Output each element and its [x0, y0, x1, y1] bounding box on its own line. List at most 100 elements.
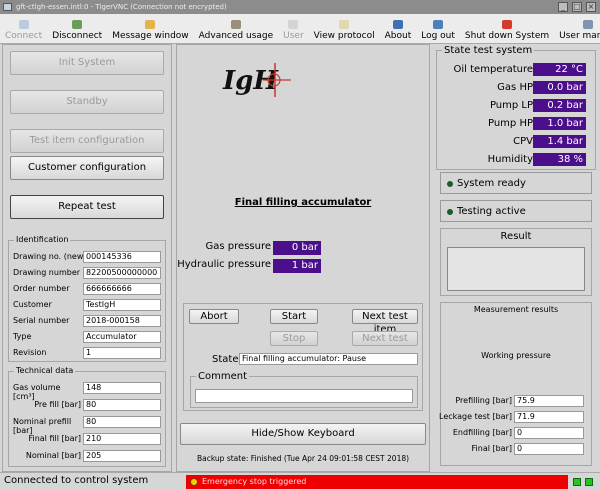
- info-icon: [392, 20, 403, 29]
- comment-input[interactable]: [195, 389, 413, 403]
- serial-number-input[interactable]: 2018-000158: [83, 315, 161, 327]
- about-button[interactable]: About: [380, 14, 417, 44]
- status-bar: Connected to control system Emergency st…: [0, 472, 600, 490]
- close-icon[interactable]: ×: [586, 2, 596, 12]
- measurement-endfilling: Endfilling [bar] 0: [441, 427, 591, 439]
- field-nominal: Nominal [bar] 205: [13, 450, 163, 462]
- state-gas-hp: Gas HP 0.0 bar: [443, 81, 586, 95]
- right-panel: State test system Oil temperature 22 °C G…: [436, 44, 598, 472]
- standby-button[interactable]: Standby: [10, 90, 164, 114]
- next-test-button[interactable]: Next test: [352, 331, 418, 346]
- final-value[interactable]: 0: [514, 443, 584, 455]
- leckage-test-value[interactable]: 71.9: [514, 411, 584, 423]
- help-icon: [582, 20, 593, 29]
- start-button[interactable]: Start: [270, 309, 318, 324]
- revision-input[interactable]: 1: [83, 347, 161, 359]
- endfilling-value[interactable]: 0: [514, 427, 584, 439]
- nominal-input[interactable]: 205: [83, 450, 161, 462]
- field-drawing-no-new: Drawing no. (new) 000145336: [13, 251, 163, 263]
- disconnect-button[interactable]: Disconnect: [47, 14, 107, 44]
- field-drawing-number: Drawing number 82200500000000: [13, 267, 163, 279]
- prefilling-value[interactable]: 75.9: [514, 395, 584, 407]
- identification-title: Identification: [14, 235, 71, 244]
- customer-config-button[interactable]: Customer configuration: [10, 156, 164, 180]
- log-out-button[interactable]: Log out: [416, 14, 460, 44]
- technical-data-title: Technical data: [14, 366, 76, 375]
- lock-icon: [230, 20, 241, 29]
- state-cpv: CPV 1.4 bar: [443, 135, 586, 149]
- nominal-prefill-input[interactable]: 80: [83, 416, 161, 428]
- status-dot-icon: [447, 181, 453, 187]
- comment-title: Comment: [196, 371, 249, 382]
- hide-show-keyboard-button[interactable]: Hide/Show Keyboard: [180, 423, 426, 445]
- type-input[interactable]: Accumulator: [83, 331, 161, 343]
- view-protocol-button[interactable]: View protocol: [309, 14, 380, 44]
- measurement-results-title: Measurement results: [473, 305, 559, 314]
- status-dot-icon: [447, 209, 453, 215]
- center-panel: IgH Final filling accumulator Gas pressu…: [176, 44, 430, 472]
- measurement-leckage-test: Leckage test [bar] 71.9: [439, 411, 591, 423]
- user-manual-button[interactable]: User manual: [554, 14, 600, 44]
- pressure-row-gas: Gas pressure 0 bar: [191, 241, 321, 255]
- field-serial-number: Serial number 2018-000158: [13, 315, 163, 327]
- state-humidity: Humidity 38 %: [443, 153, 586, 167]
- advanced-usage-button[interactable]: Advanced usage: [194, 14, 278, 44]
- emergency-stop-bar: Emergency stop triggered: [186, 475, 568, 489]
- window-title: gft-ctlgh-essen.intl:0 - TigerVNC (Conne…: [16, 3, 227, 11]
- document-icon: [339, 20, 350, 29]
- drawing-number-input[interactable]: 82200500000000: [83, 267, 161, 279]
- repeat-test-button[interactable]: Repeat test: [10, 195, 164, 219]
- customer-input[interactable]: TestIgH: [83, 299, 161, 311]
- connect-icon: [18, 20, 29, 29]
- state-oil-temperature: Oil temperature 22 °C: [443, 63, 586, 77]
- emergency-stop-icon: [190, 478, 198, 486]
- final-fill-input[interactable]: 210: [83, 433, 161, 445]
- user-icon: [288, 20, 299, 29]
- disconnect-icon: [72, 20, 83, 29]
- user-button[interactable]: User: [278, 14, 309, 44]
- power-icon: [502, 20, 513, 29]
- field-customer: Customer TestIgH: [13, 299, 163, 311]
- minimize-icon[interactable]: _: [558, 2, 568, 12]
- drawing-no-new-input[interactable]: 000145336: [83, 251, 161, 263]
- working-pressure-label: Working pressure: [481, 351, 551, 360]
- app-main: Init System Standby Test item configurat…: [0, 44, 600, 472]
- gas-volume-input[interactable]: 148: [83, 382, 161, 394]
- gas-pressure-value: 0 bar: [273, 241, 321, 255]
- init-system-button[interactable]: Init System: [10, 51, 164, 75]
- state-pump-lp: Pump LP 0.2 bar: [443, 99, 586, 113]
- connect-button[interactable]: Connect: [0, 14, 47, 44]
- logout-icon: [433, 20, 444, 29]
- pressure-row-hydraulic: Hydraulic pressure 1 bar: [177, 259, 321, 273]
- next-test-item-button[interactable]: Next test item: [352, 309, 418, 335]
- window-titlebar: gft-ctlgh-essen.intl:0 - TigerVNC (Conne…: [0, 0, 600, 14]
- status-led-2: [585, 478, 593, 486]
- maximize-icon[interactable]: □: [572, 2, 582, 12]
- field-order-number: Order number 666666666: [13, 283, 163, 295]
- svg-text:IgH: IgH: [222, 66, 279, 96]
- message-window-button[interactable]: Message window: [107, 14, 193, 44]
- system-ready-indicator: System ready: [440, 172, 592, 194]
- order-number-input[interactable]: 666666666: [83, 283, 161, 295]
- result-group: Result: [440, 228, 592, 296]
- state-field: Final filling accumulator: Pause: [239, 353, 418, 365]
- identification-group: Identification Drawing no. (new) 00014533…: [8, 235, 166, 362]
- hydraulic-pressure-value: 1 bar: [273, 259, 321, 273]
- connection-status: Connected to control system: [4, 475, 149, 486]
- technical-data-group: Technical data Gas volume [cm³] 148 Pre f…: [8, 366, 166, 467]
- igh-logo: IgH: [222, 63, 291, 97]
- testing-active-indicator: Testing active: [440, 200, 592, 222]
- state-label: State: [212, 354, 239, 365]
- test-item-config-button[interactable]: Test item configuration: [10, 129, 164, 153]
- field-nominal-prefill: Nominal prefill [bar] 80: [13, 416, 163, 435]
- main-toolbar: Connect Disconnect Message window Advanc…: [0, 14, 600, 44]
- pre-fill-input[interactable]: 80: [83, 399, 161, 411]
- state-test-system-title: State test system: [442, 45, 535, 56]
- comment-group: Comment: [190, 371, 418, 408]
- stop-button[interactable]: Stop: [270, 331, 318, 346]
- measurement-final: Final [bar] 0: [441, 443, 591, 455]
- state-pump-hp: Pump HP 1.0 bar: [443, 117, 586, 131]
- shut-down-button[interactable]: Shut down System: [460, 14, 554, 44]
- abort-button[interactable]: Abort: [189, 309, 239, 324]
- message-icon: [145, 20, 156, 29]
